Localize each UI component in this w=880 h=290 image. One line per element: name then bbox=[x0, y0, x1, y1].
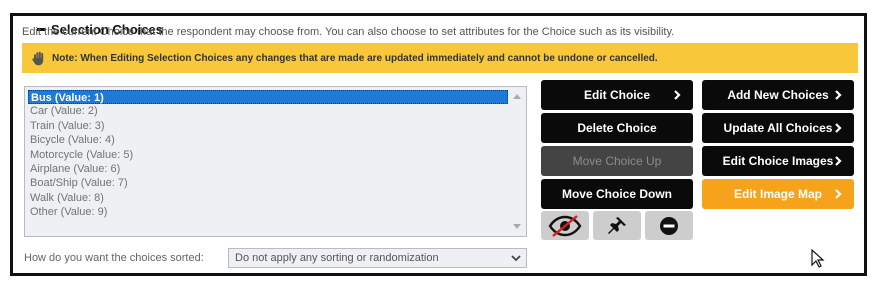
warning-note-text: Note: When Editing Selection Choices any… bbox=[52, 52, 658, 64]
chevron-right-icon bbox=[835, 156, 842, 166]
edit-choice-button[interactable]: Edit Choice bbox=[541, 80, 693, 110]
move-choice-down-button[interactable]: Move Choice Down bbox=[541, 179, 693, 209]
list-item[interactable]: Boat/Ship (Value: 7) bbox=[28, 176, 508, 190]
chevron-right-icon bbox=[835, 189, 842, 199]
delete-choice-label: Delete Choice bbox=[577, 121, 657, 135]
chevron-right-icon bbox=[835, 123, 842, 133]
pin-icon bbox=[608, 216, 626, 234]
sort-label: How do you want the choices sorted: bbox=[24, 252, 204, 264]
list-scrollbar[interactable] bbox=[510, 88, 525, 235]
edit-image-map-button[interactable]: Edit Image Map bbox=[702, 179, 854, 209]
move-choice-up-button: Move Choice Up bbox=[541, 146, 693, 176]
edit-image-map-label: Edit Image Map bbox=[733, 187, 822, 201]
list-item[interactable]: Train (Value: 3) bbox=[28, 119, 508, 133]
minus-circle-icon bbox=[660, 216, 678, 235]
edit-choice-images-button[interactable]: Edit Choice Images bbox=[702, 146, 854, 176]
update-all-choices-label: Update All Choices bbox=[723, 121, 833, 135]
choices-listbox[interactable]: Bus (Value: 1) Car (Value: 2) Train (Val… bbox=[24, 86, 527, 237]
toggle-visibility-button[interactable] bbox=[541, 211, 589, 240]
list-item[interactable]: Airplane (Value: 6) bbox=[28, 162, 508, 176]
sort-select[interactable]: Do not apply any sorting or randomizatio… bbox=[228, 248, 527, 268]
warning-note: Note: When Editing Selection Choices any… bbox=[22, 43, 858, 73]
mouse-cursor-icon bbox=[811, 249, 825, 268]
list-item[interactable]: Other (Value: 9) bbox=[28, 205, 508, 219]
delete-choice-button[interactable]: Delete Choice bbox=[541, 113, 693, 143]
hand-icon bbox=[32, 51, 44, 66]
chevron-right-icon bbox=[674, 90, 681, 100]
add-new-choices-button[interactable]: Add New Choices bbox=[702, 80, 854, 110]
scroll-up-arrow-icon[interactable] bbox=[513, 94, 521, 99]
list-item[interactable]: Bicycle (Value: 4) bbox=[28, 133, 508, 147]
scroll-down-arrow-icon[interactable] bbox=[513, 224, 521, 229]
list-item[interactable]: Motorcycle (Value: 5) bbox=[28, 148, 508, 162]
remove-choice-button[interactable] bbox=[645, 211, 693, 240]
pin-choice-button[interactable] bbox=[593, 211, 641, 240]
move-choice-down-label: Move Choice Down bbox=[561, 187, 672, 201]
choices-list: Bus (Value: 1) Car (Value: 2) Train (Val… bbox=[28, 90, 508, 220]
move-choice-up-label: Move Choice Up bbox=[572, 154, 662, 168]
add-new-choices-label: Add New Choices bbox=[727, 88, 829, 102]
chevron-right-icon bbox=[835, 90, 842, 100]
eye-slash-icon bbox=[548, 214, 582, 237]
list-item[interactable]: Bus (Value: 1) bbox=[28, 90, 508, 105]
section-description: Edit the current Choice that the respond… bbox=[22, 26, 675, 38]
sort-select-value: Do not apply any sorting or randomizatio… bbox=[235, 252, 439, 264]
chevron-down-icon bbox=[511, 255, 521, 262]
update-all-choices-button[interactable]: Update All Choices bbox=[702, 113, 854, 143]
edit-choice-images-label: Edit Choice Images bbox=[722, 154, 834, 168]
list-item[interactable]: Walk (Value: 8) bbox=[28, 191, 508, 205]
edit-choice-label: Edit Choice bbox=[583, 88, 650, 102]
list-item[interactable]: Car (Value: 2) bbox=[28, 104, 508, 118]
